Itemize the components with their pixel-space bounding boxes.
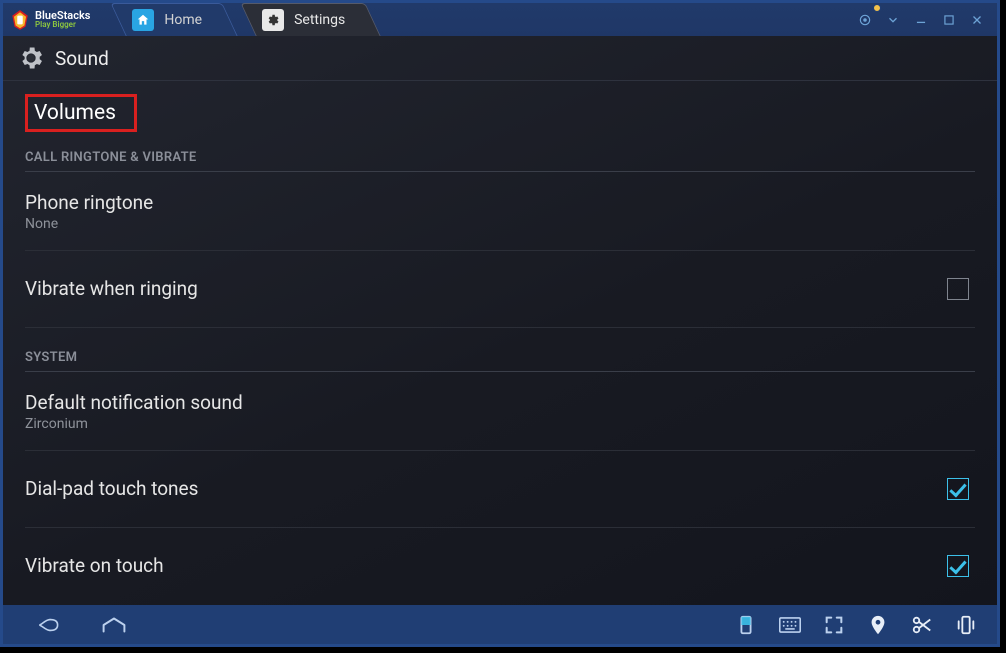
volumes-label: Volumes bbox=[34, 101, 116, 125]
android-nav-bar bbox=[3, 605, 997, 644]
row-default-notification-sound[interactable]: Default notification sound Zirconium bbox=[25, 374, 975, 451]
row-subtitle: None bbox=[25, 216, 975, 232]
row-dialpad-touch-tones[interactable]: Dial-pad touch tones bbox=[25, 451, 975, 528]
home-nav-icon[interactable] bbox=[101, 612, 127, 638]
row-title: Vibrate on touch bbox=[25, 555, 947, 578]
scissors-icon[interactable] bbox=[911, 614, 933, 636]
row-title: Dial-pad touch tones bbox=[25, 478, 947, 501]
home-icon bbox=[132, 9, 154, 31]
divider bbox=[25, 371, 975, 372]
brand-tagline: Play Bigger bbox=[35, 21, 90, 29]
back-icon[interactable] bbox=[37, 612, 63, 638]
bluestacks-logo-icon bbox=[9, 9, 31, 31]
gear-icon bbox=[17, 44, 45, 72]
keyboard-icon[interactable] bbox=[779, 614, 801, 636]
page-header: Sound bbox=[3, 36, 997, 81]
location-icon[interactable] bbox=[867, 614, 889, 636]
settings-tab-icon bbox=[262, 9, 284, 31]
brand: BlueStacks Play Bigger bbox=[3, 3, 100, 36]
shake-icon[interactable] bbox=[955, 614, 977, 636]
checkbox-vibrate-touch[interactable] bbox=[947, 555, 969, 577]
title-bar: BlueStacks Play Bigger Home Settings bbox=[3, 3, 997, 36]
tab-home-label: Home bbox=[164, 12, 202, 28]
divider bbox=[25, 171, 975, 172]
checkbox-dialpad-tones[interactable] bbox=[947, 478, 969, 500]
row-vibrate-on-touch[interactable]: Vibrate on touch bbox=[25, 528, 975, 604]
row-title: Default notification sound bbox=[25, 392, 975, 415]
tab-settings[interactable]: Settings bbox=[248, 3, 373, 36]
section-system-header: SYSTEM bbox=[25, 350, 975, 365]
row-subtitle: Zirconium bbox=[25, 416, 975, 432]
tab-settings-label: Settings bbox=[294, 12, 345, 28]
close-button[interactable] bbox=[963, 6, 991, 34]
row-vibrate-when-ringing[interactable]: Vibrate when ringing bbox=[25, 251, 975, 328]
notification-bell-icon[interactable] bbox=[851, 6, 879, 34]
minimize-button[interactable] bbox=[907, 6, 935, 34]
window-controls bbox=[851, 3, 997, 36]
row-title: Phone ringtone bbox=[25, 192, 975, 215]
page-title: Sound bbox=[55, 47, 109, 70]
volumes-item[interactable]: Volumes bbox=[25, 94, 137, 132]
maximize-button[interactable] bbox=[935, 6, 963, 34]
fullscreen-icon[interactable] bbox=[823, 614, 845, 636]
content-area: Sound Volumes CALL RINGTONE & VIBRATE Ph… bbox=[3, 36, 997, 605]
settings-list: Volumes CALL RINGTONE & VIBRATE Phone ri… bbox=[3, 80, 997, 605]
tab-home[interactable]: Home bbox=[118, 3, 230, 36]
row-phone-ringtone[interactable]: Phone ringtone None bbox=[25, 174, 975, 251]
chevron-down-icon[interactable] bbox=[879, 6, 907, 34]
section-call-header: CALL RINGTONE & VIBRATE bbox=[25, 150, 975, 165]
rotate-portrait-icon[interactable] bbox=[735, 614, 757, 636]
row-title: Vibrate when ringing bbox=[25, 278, 947, 301]
app-window: BlueStacks Play Bigger Home Settings bbox=[0, 0, 1000, 647]
checkbox-vibrate-ringing[interactable] bbox=[947, 278, 969, 300]
